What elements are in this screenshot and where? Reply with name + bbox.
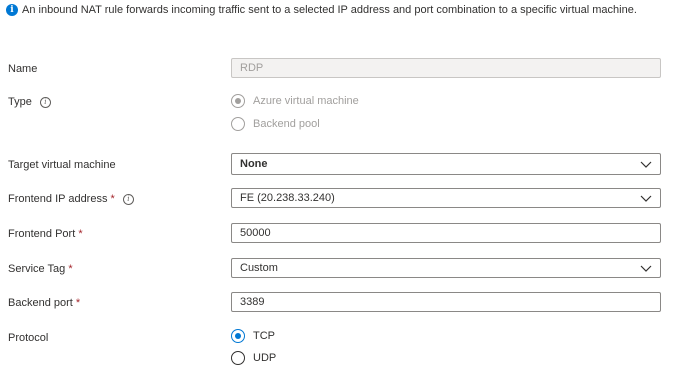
required-marker: *: [110, 193, 115, 205]
required-marker: *: [68, 263, 73, 275]
radio-icon: [231, 329, 245, 343]
frontend-port-input[interactable]: 50000: [231, 223, 661, 243]
backend-port-label-row: Backend port *: [8, 297, 80, 309]
info-banner: i An inbound NAT rule forwards incoming …: [6, 3, 666, 17]
frontend-port-label-row: Frontend Port *: [8, 228, 83, 240]
radio-icon: [231, 351, 245, 365]
required-marker: *: [75, 297, 81, 309]
protocol-option-udp[interactable]: UDP: [231, 351, 276, 365]
protocol-label: Protocol: [8, 332, 49, 344]
type-label-row: Type i: [8, 96, 51, 108]
frontend-ip-value: FE (20.238.33.240): [240, 192, 335, 204]
name-input: RDP: [231, 58, 661, 78]
service-tag-label-row: Service Tag *: [8, 263, 73, 275]
type-info-icon[interactable]: i: [39, 96, 51, 108]
backend-port-label: Backend port: [8, 297, 73, 309]
type-option-label: Azure virtual machine: [253, 95, 359, 107]
info-text: An inbound NAT rule forwards incoming tr…: [22, 4, 637, 16]
protocol-option-label: TCP: [253, 330, 275, 342]
service-tag-value: Custom: [240, 262, 278, 274]
frontend-port-label: Frontend Port: [8, 228, 76, 240]
backend-port-input[interactable]: 3389: [231, 292, 661, 312]
frontend-ip-label: Frontend IP address: [8, 193, 108, 205]
type-option-label: Backend pool: [253, 118, 320, 130]
type-option-backend-pool: Backend pool: [231, 117, 320, 131]
chevron-down-icon: [640, 265, 652, 272]
required-marker: *: [78, 228, 83, 240]
chevron-down-icon: [640, 161, 652, 168]
name-label: Name: [8, 63, 38, 75]
protocol-option-label: UDP: [253, 352, 277, 364]
chevron-down-icon: [640, 195, 652, 202]
service-tag-label: Service Tag: [8, 263, 66, 275]
service-tag-dropdown[interactable]: Custom: [231, 258, 661, 278]
target-vm-label: Target virtual machine: [8, 159, 116, 171]
type-option-vm: Azure virtual machine: [231, 94, 359, 108]
radio-icon: [231, 117, 245, 131]
frontend-ip-info-icon[interactable]: i: [122, 193, 134, 205]
frontend-ip-label-row: Frontend IP address * i: [8, 193, 134, 205]
type-label: Type: [8, 96, 32, 108]
frontend-ip-dropdown[interactable]: FE (20.238.33.240): [231, 188, 661, 208]
target-vm-value: None: [240, 158, 268, 170]
protocol-option-tcp[interactable]: TCP: [231, 329, 275, 343]
info-icon: i: [6, 4, 18, 16]
radio-icon: [231, 94, 245, 108]
target-vm-dropdown[interactable]: None: [231, 153, 661, 175]
